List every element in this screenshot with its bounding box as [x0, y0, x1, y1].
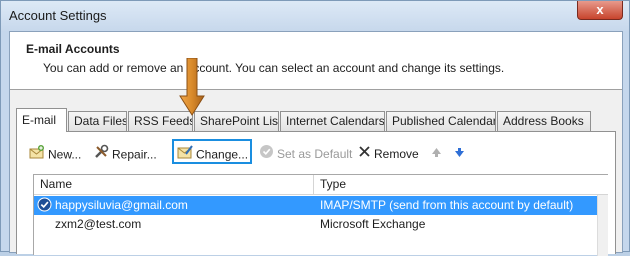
tab-data-files[interactable]: Data Files [68, 111, 127, 131]
account-name: zxm2@test.com [55, 217, 142, 231]
close-button[interactable]: x [577, 1, 623, 20]
set-as-default-button[interactable]: Set as Default [259, 144, 352, 162]
email-tab-panel: New... Repair... Change... Set as Defaul… [16, 131, 616, 256]
move-up-icon [431, 145, 442, 163]
dialog-body: E-mail Accounts You can add or remove an… [9, 31, 623, 256]
account-type: Microsoft Exchange [320, 217, 426, 231]
change-icon [177, 144, 193, 165]
account-settings-window: Account Settings x E-mail Accounts You c… [0, 0, 630, 256]
new-label: New... [48, 147, 82, 162]
move-up-button[interactable] [431, 144, 445, 162]
tab-address-books[interactable]: Address Books [497, 111, 591, 131]
column-header-name[interactable]: Name [34, 175, 314, 195]
accounts-list[interactable]: Name Type happysiluvia@gmail.com IMAP/SM… [33, 174, 608, 256]
repair-label: Repair... [112, 147, 157, 162]
account-row[interactable]: happysiluvia@gmail.com IMAP/SMTP (send f… [34, 196, 597, 215]
list-scrollbar[interactable] [597, 195, 608, 256]
remove-button[interactable]: Remove [358, 144, 419, 162]
account-name: happysiluvia@gmail.com [55, 198, 188, 212]
set-default-icon [259, 144, 274, 164]
change-button[interactable]: Change... [177, 144, 248, 162]
set-as-default-label: Set as Default [277, 147, 353, 161]
move-down-icon [454, 145, 465, 163]
remove-x-icon [358, 145, 371, 163]
default-check-icon [37, 197, 52, 217]
new-button[interactable]: New... [29, 144, 81, 162]
tab-sharepoint-lists[interactable]: SharePoint Lists [194, 111, 279, 131]
tab-internet-calendars[interactable]: Internet Calendars [280, 111, 385, 131]
column-header-type[interactable]: Type [314, 175, 608, 195]
title-bar: Account Settings x [1, 1, 629, 31]
tab-email[interactable]: E-mail [16, 108, 67, 132]
section-title: E-mail Accounts [26, 42, 120, 56]
repair-button[interactable]: Repair... [93, 144, 157, 162]
move-down-button[interactable] [454, 144, 468, 162]
tab-strip: E-mail Data Files RSS Feeds SharePoint L… [16, 108, 616, 132]
header-band: E-mail Accounts You can add or remove an… [10, 32, 622, 90]
change-label: Change... [196, 147, 249, 162]
window-title: Account Settings [9, 8, 107, 23]
tab-published-calendars[interactable]: Published Calendars [386, 111, 496, 131]
account-row[interactable]: zxm2@test.com Microsoft Exchange [34, 215, 597, 234]
remove-label: Remove [374, 146, 419, 161]
section-description: You can add or remove an account. You ca… [43, 61, 505, 75]
account-type: IMAP/SMTP (send from this account by def… [320, 198, 574, 212]
arrow-pointer-icon [179, 58, 205, 116]
new-account-icon [29, 144, 45, 165]
repair-icon [93, 144, 109, 165]
